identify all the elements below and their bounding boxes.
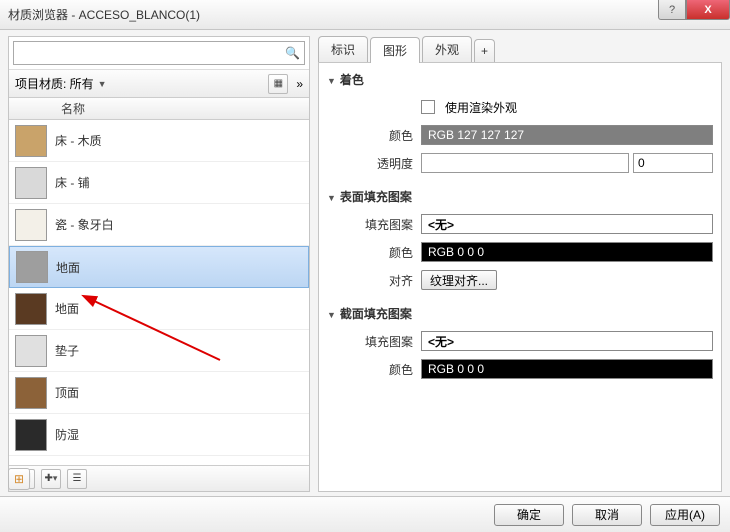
ok-button[interactable]: 确定 <box>494 504 564 526</box>
material-thumbnail <box>15 293 47 325</box>
search-input[interactable]: 🔍 <box>13 41 305 65</box>
material-row[interactable]: 床 - 铺 <box>9 162 309 204</box>
material-row[interactable]: 防湿 <box>9 414 309 456</box>
cut-color-field[interactable]: RGB 0 0 0 <box>421 359 713 379</box>
material-list-pane: 🔍 项目材质: 所有 ▼ ▦ » 名称 床 - 木质床 - 铺瓷 - 象牙白地面… <box>8 36 310 492</box>
collapse-icon: ▼ <box>327 76 336 86</box>
tab-identity[interactable]: 标识 <box>318 36 368 62</box>
collapse-icon: ▼ <box>327 193 336 203</box>
material-name: 地面 <box>55 300 79 317</box>
section-cut-pattern[interactable]: ▼截面填充图案 <box>327 305 713 322</box>
search-icon: 🔍 <box>285 46 300 60</box>
surface-color-field[interactable]: RGB 0 0 0 <box>421 242 713 262</box>
tab-graphics[interactable]: 图形 <box>370 37 420 63</box>
column-header-name[interactable]: 名称 <box>61 100 85 117</box>
material-row[interactable]: 垫子 <box>9 330 309 372</box>
transparency-slider[interactable] <box>421 153 629 173</box>
properties-panel: ▼着色 使用渲染外观 颜色 RGB 127 127 127 透明度 <box>318 62 722 492</box>
color-label: 颜色 <box>327 127 421 144</box>
color-label: 颜色 <box>327 361 421 378</box>
collapse-icon: ▼ <box>327 310 336 320</box>
search-field[interactable] <box>18 43 300 63</box>
material-name: 防湿 <box>55 426 79 443</box>
library-button[interactable]: ⊞ <box>8 468 30 490</box>
view-mode-button[interactable]: ▦ <box>268 74 288 94</box>
material-thumbnail <box>15 167 47 199</box>
section-shading[interactable]: ▼着色 <box>327 71 713 88</box>
fill-pattern-label: 填充图案 <box>327 333 421 350</box>
material-list[interactable]: 床 - 木质床 - 铺瓷 - 象牙白地面地面垫子顶面防湿 <box>9 120 309 465</box>
material-thumbnail <box>15 419 47 451</box>
material-name: 垫子 <box>55 342 79 359</box>
use-render-label: 使用渲染外观 <box>445 99 517 116</box>
texture-alignment-button[interactable]: 纹理对齐... <box>421 270 497 290</box>
cut-pattern-field[interactable]: <无> <box>421 331 713 351</box>
section-surface-pattern[interactable]: ▼表面填充图案 <box>327 188 713 205</box>
material-name: 地面 <box>56 259 80 276</box>
material-row[interactable]: 地面 <box>9 246 309 288</box>
material-thumbnail <box>15 335 47 367</box>
title-bar: 材质浏览器 - ACCESO_BLANCO(1) ? X <box>0 0 730 30</box>
close-button[interactable]: X <box>686 0 730 20</box>
help-button[interactable]: ? <box>658 0 686 20</box>
window-title: 材质浏览器 - ACCESO_BLANCO(1) <box>8 6 722 23</box>
color-label: 颜色 <box>327 244 421 261</box>
material-row[interactable]: 地面 <box>9 288 309 330</box>
material-name: 床 - 铺 <box>55 174 90 191</box>
chevron-down-icon[interactable]: ▼ <box>98 79 107 89</box>
filter-label[interactable]: 项目材质: 所有 <box>15 75 94 92</box>
expand-button[interactable]: » <box>296 77 303 91</box>
material-row[interactable]: 瓷 - 象牙白 <box>9 204 309 246</box>
material-name: 瓷 - 象牙白 <box>55 216 114 233</box>
shading-color-field[interactable]: RGB 127 127 127 <box>421 125 713 145</box>
list-view-button[interactable]: ☰ <box>67 469 87 489</box>
surface-pattern-field[interactable]: <无> <box>421 214 713 234</box>
material-name: 床 - 木质 <box>55 132 102 149</box>
material-thumbnail <box>15 125 47 157</box>
material-row[interactable]: 床 - 木质 <box>9 120 309 162</box>
tab-appearance[interactable]: 外观 <box>422 36 472 62</box>
new-material-button[interactable]: ✚▾ <box>41 469 61 489</box>
cancel-button[interactable]: 取消 <box>572 504 642 526</box>
fill-pattern-label: 填充图案 <box>327 216 421 233</box>
alignment-label: 对齐 <box>327 272 421 289</box>
use-render-checkbox[interactable] <box>421 100 435 114</box>
material-name: 顶面 <box>55 384 79 401</box>
transparency-label: 透明度 <box>327 155 421 172</box>
apply-button[interactable]: 应用(A) <box>650 504 720 526</box>
material-row[interactable]: 顶面 <box>9 372 309 414</box>
tab-add[interactable]: + <box>474 39 495 62</box>
material-thumbnail <box>15 377 47 409</box>
transparency-value[interactable] <box>633 153 713 173</box>
material-thumbnail <box>15 209 47 241</box>
material-thumbnail <box>16 251 48 283</box>
